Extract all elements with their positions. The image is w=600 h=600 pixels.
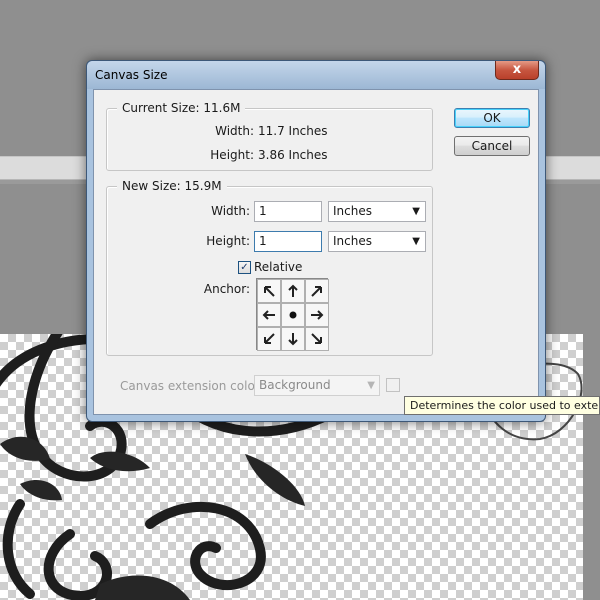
arrow-down-icon bbox=[288, 333, 298, 346]
chevron-down-icon: ▼ bbox=[412, 206, 420, 217]
extension-color-select[interactable]: Background ▼ bbox=[254, 375, 380, 396]
anchor-left[interactable] bbox=[257, 303, 281, 327]
close-button[interactable]: x bbox=[495, 61, 539, 80]
height-input[interactable]: 1 bbox=[254, 231, 322, 252]
current-width-value: 11.7 Inches bbox=[258, 124, 328, 138]
tooltip: Determines the color used to extend bbox=[404, 396, 600, 415]
relative-checkbox[interactable]: ✓ bbox=[238, 261, 251, 274]
new-height-label: Height: bbox=[206, 234, 250, 248]
anchor-label: Anchor: bbox=[203, 282, 250, 296]
cancel-button[interactable]: Cancel bbox=[454, 136, 530, 156]
arrow-up-icon bbox=[288, 284, 298, 297]
arrow-down-right-icon bbox=[311, 333, 322, 344]
anchor-top[interactable] bbox=[281, 279, 305, 303]
new-width-label: Width: bbox=[211, 204, 250, 218]
anchor-right[interactable] bbox=[305, 303, 329, 327]
current-width-label: Width: bbox=[215, 124, 254, 138]
arrow-right-icon bbox=[311, 310, 324, 320]
ok-button[interactable]: OK bbox=[454, 108, 530, 128]
anchor-bottom[interactable] bbox=[281, 327, 305, 351]
current-height-value: 3.86 Inches bbox=[258, 148, 328, 162]
width-input[interactable]: 1 bbox=[254, 201, 322, 222]
anchor-bottom-right[interactable] bbox=[305, 327, 329, 351]
dialog-titlebar[interactable]: Canvas Size x bbox=[87, 61, 545, 89]
anchor-top-right[interactable] bbox=[305, 279, 329, 303]
anchor-grid[interactable] bbox=[256, 278, 329, 351]
dialog-title: Canvas Size bbox=[95, 68, 168, 82]
extension-color-swatch[interactable] bbox=[386, 378, 400, 392]
current-height-label: Height: bbox=[210, 148, 254, 162]
arrow-up-left-icon bbox=[264, 286, 275, 297]
anchor-bottom-left[interactable] bbox=[257, 327, 281, 351]
new-size-legend: New Size: 15.9M bbox=[117, 179, 227, 193]
arrow-down-left-icon bbox=[264, 333, 275, 344]
extension-color-value: Background bbox=[259, 378, 331, 392]
width-unit-value: Inches bbox=[333, 204, 372, 218]
height-unit-select[interactable]: Inches ▼ bbox=[328, 231, 426, 252]
width-unit-select[interactable]: Inches ▼ bbox=[328, 201, 426, 222]
checkmark-icon: ✓ bbox=[240, 262, 249, 273]
height-unit-value: Inches bbox=[333, 234, 372, 248]
canvas-size-dialog: Canvas Size x Current Size: 11.6M Width:… bbox=[86, 60, 546, 422]
relative-label[interactable]: Relative bbox=[254, 260, 302, 274]
current-size-legend: Current Size: 11.6M bbox=[117, 101, 246, 115]
dialog-body: Current Size: 11.6M Width: 11.7 Inches H… bbox=[93, 89, 539, 415]
anchor-top-left[interactable] bbox=[257, 279, 281, 303]
chevron-down-icon: ▼ bbox=[367, 380, 375, 391]
extension-color-label: Canvas extension color: bbox=[120, 379, 264, 393]
arrow-left-icon bbox=[262, 310, 275, 320]
arrow-up-right-icon bbox=[311, 286, 322, 297]
chevron-down-icon: ▼ bbox=[412, 236, 420, 247]
anchor-center[interactable] bbox=[281, 303, 305, 327]
anchor-center-dot-icon bbox=[289, 311, 297, 319]
close-icon: x bbox=[512, 62, 522, 77]
